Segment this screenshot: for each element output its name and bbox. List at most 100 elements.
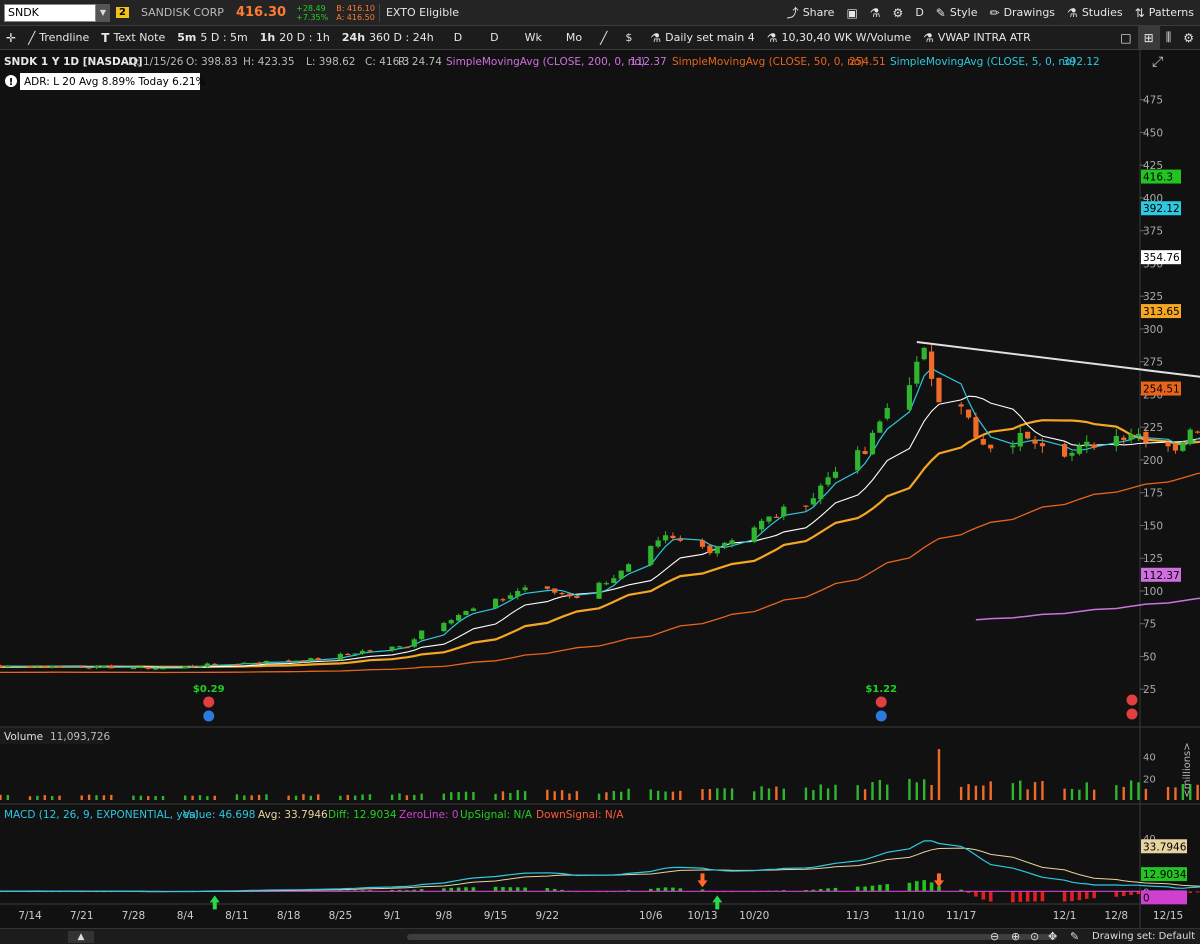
candle-body[interactable] (1135, 433, 1142, 436)
candle-body[interactable] (241, 662, 247, 664)
candle-body[interactable] (648, 545, 654, 565)
drawing-set-icon[interactable]: ✎ (1070, 930, 1079, 943)
settings-button[interactable]: ⚙ (887, 0, 910, 25)
candle-body[interactable] (618, 570, 624, 579)
candle-body[interactable] (1062, 444, 1068, 457)
candle-body[interactable] (263, 660, 270, 664)
candle-body[interactable] (559, 592, 565, 595)
candle-body[interactable] (625, 564, 632, 572)
dollar-button[interactable]: $ (613, 26, 644, 49)
candle-body[interactable] (419, 630, 425, 640)
candle-body[interactable] (448, 620, 454, 624)
candle-body[interactable] (1165, 442, 1171, 447)
earnings-icon[interactable] (1126, 708, 1138, 720)
candle-body[interactable] (707, 545, 713, 554)
candle-body[interactable] (86, 667, 92, 669)
sma50-label[interactable]: SimpleMovingAvg (CLOSE, 50, 0, no) (672, 56, 864, 68)
candle-body[interactable] (101, 665, 107, 668)
chart-svg[interactable]: SNDK 1 Y 1D [NASDAQ] D: 1/15/26 O: 398.8… (0, 50, 1200, 928)
time-scrollbar[interactable] (407, 934, 1057, 940)
bars-button[interactable]: ⫼ (1160, 26, 1178, 49)
style-button[interactable]: ✎ Style (930, 0, 984, 25)
flex-5m-button[interactable]: 5m 5 D : 5m (171, 26, 254, 49)
calendar-button[interactable]: ▣ (840, 0, 863, 25)
period-wk-button[interactable]: Wk (513, 26, 554, 49)
candle-body[interactable] (389, 646, 395, 651)
symbol-dropdown-icon[interactable]: ▼ (96, 3, 110, 22)
studies-button[interactable]: ⚗ Studies (1061, 0, 1129, 25)
pan-icon[interactable]: ✥ (1048, 930, 1057, 943)
candle-body[interactable] (249, 662, 255, 665)
candle-body[interactable] (781, 506, 787, 517)
candle-body[interactable] (574, 595, 580, 598)
crosshair-button[interactable]: ✛ (0, 26, 22, 49)
candle-body[interactable] (470, 608, 476, 611)
candle-body[interactable] (611, 578, 617, 584)
candle-body[interactable] (315, 658, 321, 660)
candle-body[interactable] (1172, 443, 1179, 451)
candle-body[interactable] (234, 663, 240, 666)
candle-body[interactable] (596, 582, 602, 599)
zoom-in-icon[interactable]: ⊕ (1011, 930, 1020, 943)
candle-body[interactable] (973, 417, 979, 438)
candle-body[interactable] (928, 351, 935, 379)
candle-body[interactable] (130, 667, 137, 670)
candle-body[interactable] (1113, 435, 1119, 447)
candle-body[interactable] (603, 583, 610, 585)
candle-body[interactable] (5, 665, 11, 668)
candle-body[interactable] (803, 505, 809, 507)
candle-body[interactable] (42, 665, 48, 667)
candle-body[interactable] (56, 665, 63, 668)
earnings-icon[interactable] (875, 696, 887, 708)
candle-body[interactable] (212, 663, 218, 666)
candle-body[interactable] (677, 538, 683, 541)
candle-body[interactable] (197, 666, 203, 668)
candle-body[interactable] (1180, 443, 1186, 451)
study-set-3-button[interactable]: ⚗ VWAP INTRA ATR (917, 26, 1037, 49)
flask-button[interactable]: ⚗ (864, 0, 887, 25)
candle-body[interactable] (965, 409, 972, 418)
candle-body[interactable] (404, 646, 410, 649)
candle-body[interactable] (1039, 443, 1046, 447)
candle-body[interactable] (869, 432, 876, 455)
candle-body[interactable] (138, 666, 144, 668)
candle-body[interactable] (256, 662, 262, 665)
candle-body[interactable] (492, 598, 499, 609)
candle-body[interactable] (1121, 437, 1127, 440)
symbol-input[interactable] (4, 3, 96, 22)
candle-body[interactable] (552, 588, 558, 593)
candle-body[interactable] (1076, 445, 1082, 454)
candle-body[interactable] (308, 658, 314, 662)
candle-body[interactable] (1069, 452, 1075, 456)
sma5-label[interactable]: SimpleMovingAvg (CLOSE, 5, 0, no) (890, 56, 1076, 68)
candle-body[interactable] (914, 361, 920, 384)
candle-body[interactable] (855, 450, 861, 471)
candle-body[interactable] (1143, 431, 1149, 443)
candle-body[interactable] (145, 667, 151, 669)
candle-body[interactable] (936, 377, 942, 403)
candle-body[interactable] (456, 615, 462, 621)
candle-body[interactable] (1195, 431, 1200, 433)
candle-body[interactable] (359, 650, 366, 654)
single-grid-button[interactable]: □ (1114, 26, 1137, 49)
candle-body[interactable] (189, 665, 196, 668)
zoom-out-icon[interactable]: ⊖ (990, 930, 999, 943)
candle-body[interactable] (662, 535, 669, 541)
candle-body[interactable] (293, 660, 299, 662)
candle-body[interactable] (1032, 439, 1038, 444)
grid-layout-button[interactable]: ⊞ (1137, 26, 1160, 49)
candle-body[interactable] (906, 385, 913, 410)
flex-1h-button[interactable]: 1h 20 D : 1h (254, 26, 336, 49)
settings-button[interactable]: ⚙ (1177, 26, 1200, 49)
candle-body[interactable] (79, 666, 85, 668)
sma200-label[interactable]: SimpleMovingAvg (CLOSE, 200, 0, no) (446, 56, 645, 68)
candle-body[interactable] (818, 485, 824, 500)
candle-body[interactable] (729, 540, 735, 545)
candle-body[interactable] (1010, 445, 1016, 448)
share-button[interactable]: ⤴ Share (781, 0, 841, 25)
candle-body[interactable] (988, 444, 994, 449)
candle-body[interactable] (27, 666, 33, 668)
candle-body[interactable] (182, 666, 188, 669)
candle-body[interactable] (1017, 432, 1023, 447)
candle-body[interactable] (670, 535, 676, 539)
